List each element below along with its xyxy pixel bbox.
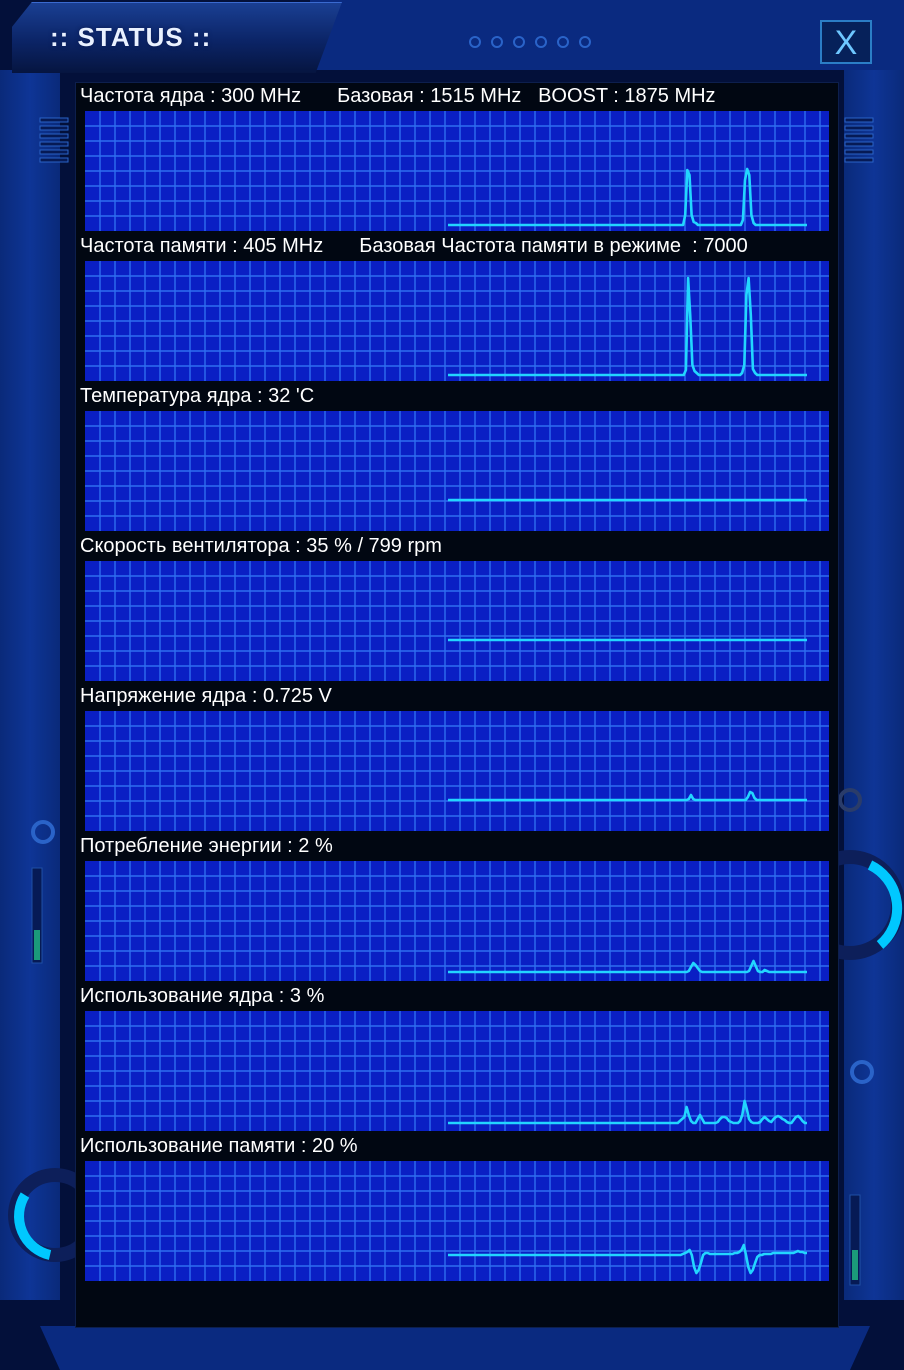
metric-memory-clock: Частота памяти : 405 MHz Базовая Частота …	[76, 233, 838, 383]
metric-extra: Базовая Частота памяти в режиме : 7000	[359, 235, 748, 257]
metric-label: Использование памяти : 20 %	[80, 1135, 358, 1157]
window-title: :: STATUS ::	[50, 22, 212, 52]
metric-label: Температура ядра : 32 'C	[80, 385, 315, 407]
metric-extra: Базовая : 1515 MHz BOOST : 1875 MHz	[337, 85, 716, 107]
metric-memory-usage: Использование памяти : 20 %	[76, 1133, 838, 1283]
metric-core-voltage: Напряжение ядра : 0.725 V	[76, 683, 838, 833]
metric-label: Скорость вентилятора : 35 % / 799 rpm	[80, 535, 442, 557]
metric-graph	[85, 1011, 829, 1131]
metric-core-temperature: Температура ядра : 32 'C	[76, 383, 838, 533]
metric-core-clock: Частота ядра : 300 MHz Базовая : 1515 MHz…	[76, 83, 838, 233]
metric-graph	[85, 261, 829, 381]
metric-label: Напряжение ядра : 0.725 V	[80, 685, 332, 707]
status-panel: Частота ядра : 300 MHz Базовая : 1515 MHz…	[75, 82, 839, 1328]
close-button[interactable]: X	[820, 20, 872, 64]
metric-fan-speed: Скорость вентилятора : 35 % / 799 rpm	[76, 533, 838, 683]
metric-graph	[85, 1161, 829, 1281]
metric-power-consumption: Потребление энергии : 2 %	[76, 833, 838, 983]
metric-label: Использование ядра : 3 %	[80, 985, 325, 1007]
metric-graph	[85, 561, 829, 681]
metric-graph	[85, 111, 829, 231]
metric-graph	[85, 861, 829, 981]
metric-graph	[85, 711, 829, 831]
metric-core-usage: Использование ядра : 3 %	[76, 983, 838, 1133]
metric-label: Частота памяти : 405 MHz	[80, 235, 324, 257]
metric-graph	[85, 411, 829, 531]
metric-label: Частота ядра : 300 MHz	[80, 85, 302, 107]
metric-label: Потребление энергии : 2 %	[80, 835, 333, 857]
